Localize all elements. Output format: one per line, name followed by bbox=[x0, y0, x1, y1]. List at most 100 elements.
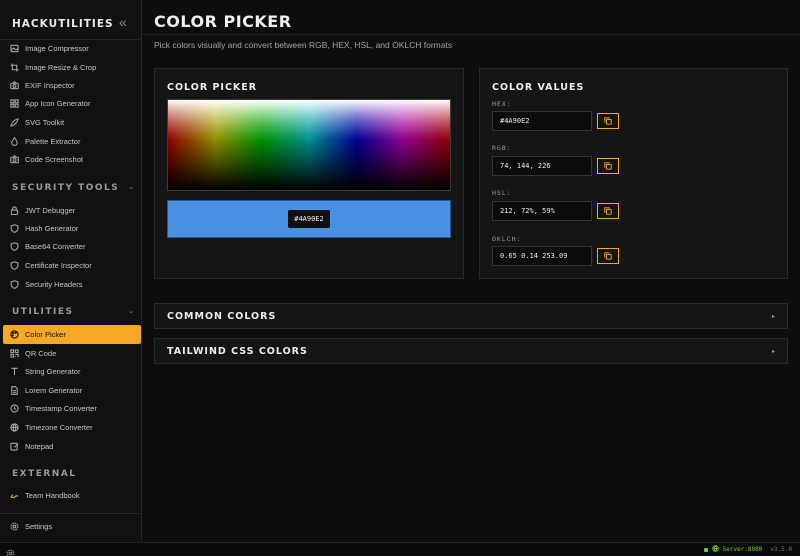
sidebar-item-certificate-inspector[interactable]: Certificate Inspector bbox=[3, 256, 141, 275]
copy-oklch-button[interactable] bbox=[597, 248, 619, 264]
sidebar-item-code-screenshot[interactable]: Code Screenshot bbox=[3, 150, 141, 169]
sidebar-item-label: SVG Toolkit bbox=[25, 118, 65, 127]
gear-icon bbox=[9, 522, 19, 532]
color-picker-panel: COLOR PICKER #4A90E2 bbox=[154, 68, 464, 279]
color-preview-hex: #4A90E2 bbox=[288, 210, 330, 228]
copy-hex-button[interactable] bbox=[597, 113, 619, 129]
hsl-label: HSL: bbox=[492, 189, 512, 197]
sidebar-item-label: Palette Extractor bbox=[25, 137, 81, 146]
sidebar-item-image-resize-crop[interactable]: Image Resize & Crop bbox=[3, 58, 141, 77]
app-version: v3.5.0 bbox=[770, 546, 792, 553]
page-title: COLOR PICKER bbox=[154, 12, 292, 31]
copy-icon bbox=[604, 207, 612, 215]
sidebar-item-label: Base64 Converter bbox=[25, 242, 86, 251]
sidebar-item-timezone-converter[interactable]: Timezone Converter bbox=[3, 418, 141, 437]
sidebar-item-qr-code[interactable]: QR Code bbox=[3, 344, 141, 363]
header-divider bbox=[142, 34, 800, 35]
copy-hsl-button[interactable] bbox=[597, 203, 619, 219]
chevron-right-icon: ▸ bbox=[771, 348, 775, 355]
sidebar-item-label: Timezone Converter bbox=[25, 423, 93, 432]
pen-icon bbox=[9, 118, 19, 128]
sidebar-divider bbox=[0, 513, 141, 514]
sidebar-item-label: Settings bbox=[25, 522, 53, 531]
sidebar-item-svg-toolkit[interactable]: SVG Toolkit bbox=[3, 113, 141, 132]
sidebar-section-external[interactable]: EXTERNAL bbox=[12, 469, 134, 479]
server-port: Server:8080 bbox=[722, 546, 763, 553]
sidebar-item-label: Timestamp Converter bbox=[25, 404, 97, 413]
sidebar-item-label: Color Picker bbox=[25, 330, 66, 339]
accordion-common-colors[interactable]: COMMON COLORS ▸ bbox=[154, 303, 788, 329]
accordion-tailwind-colors[interactable]: TAILWIND CSS COLORS ▸ bbox=[154, 338, 788, 364]
type-icon bbox=[9, 367, 19, 377]
sidebar-section-security[interactable]: SECURITY TOOLS ⌄ bbox=[12, 183, 134, 193]
sidebar-item-label: Image Resize & Crop bbox=[25, 63, 97, 72]
hsl-field[interactable]: 212, 72%, 59% bbox=[492, 201, 592, 221]
sidebar-item-label: Hash Generator bbox=[25, 224, 79, 233]
sidebar-item-label: JWT Debugger bbox=[25, 206, 76, 215]
sidebar-item-label: App Icon Generator bbox=[25, 99, 91, 108]
accordion-title: TAILWIND CSS COLORS bbox=[167, 345, 308, 357]
sidebar-item-label: Lorem Generator bbox=[25, 386, 83, 395]
sidebar-item-base64-converter[interactable]: Base64 Converter bbox=[3, 237, 141, 256]
sidebar-item-team-handbook[interactable]: Team Handbook bbox=[3, 486, 141, 505]
sidebar-item-settings[interactable]: Settings bbox=[3, 517, 141, 536]
sidebar-item-notepad[interactable]: Notepad bbox=[3, 437, 141, 456]
image-icon bbox=[9, 44, 19, 54]
globe-icon bbox=[9, 423, 19, 433]
color-values-panel: COLOR VALUES HEX: #4A90E2 RGB: 74, 144, … bbox=[479, 68, 788, 279]
shield-icon bbox=[9, 261, 19, 271]
sidebar-item-lorem-generator[interactable]: Lorem Generator bbox=[3, 381, 141, 400]
camera-icon bbox=[9, 81, 19, 91]
color-gradient-canvas[interactable] bbox=[167, 99, 451, 191]
sidebar-item-security-headers[interactable]: Security Headers bbox=[3, 275, 141, 294]
shield-icon bbox=[9, 280, 19, 290]
copy-rgb-button[interactable] bbox=[597, 158, 619, 174]
edit-icon bbox=[9, 442, 19, 452]
brand-logo: HACKUTILITIES bbox=[12, 18, 114, 30]
sidebar-item-image-compressor[interactable]: Image Compressor bbox=[3, 39, 141, 58]
sidebar-item-label: EXIF Inspector bbox=[25, 81, 75, 90]
sidebar-item-app-icon-generator[interactable]: App Icon Generator bbox=[3, 94, 141, 113]
droplet-icon bbox=[9, 137, 19, 147]
sidebar-item-label: Security Headers bbox=[25, 280, 83, 289]
chevron-right-icon: ▸ bbox=[771, 313, 775, 320]
sidebar-item-exif-inspector[interactable]: EXIF Inspector bbox=[3, 76, 141, 95]
rgb-field[interactable]: 74, 144, 226 bbox=[492, 156, 592, 176]
sidebar-item-label: Code Screenshot bbox=[25, 155, 83, 164]
palette-icon bbox=[9, 330, 19, 340]
copy-icon bbox=[604, 252, 612, 260]
status-dot-icon bbox=[703, 547, 708, 552]
sidebar-item-timestamp-converter[interactable]: Timestamp Converter bbox=[3, 399, 141, 418]
status-bar: Server:8080 v3.5.0 bbox=[0, 542, 800, 556]
camera-icon bbox=[9, 155, 19, 165]
sidebar-item-string-generator[interactable]: String Generator bbox=[3, 362, 141, 381]
globe-icon bbox=[711, 545, 719, 554]
chevron-down-icon: ⌄ bbox=[128, 183, 134, 191]
sidebar-item-jwt-debugger[interactable]: JWT Debugger bbox=[3, 201, 141, 220]
settings-gear-icon[interactable] bbox=[6, 545, 15, 556]
accordion-title: COMMON COLORS bbox=[167, 310, 277, 322]
chevrons-left-icon[interactable]: « bbox=[119, 14, 127, 30]
grid-icon bbox=[9, 99, 19, 109]
sidebar-item-label: Certificate Inspector bbox=[25, 261, 92, 270]
sidebar-item-color-picker[interactable]: Color Picker bbox=[3, 325, 141, 344]
copy-icon bbox=[604, 117, 612, 125]
sidebar-item-palette-extractor[interactable]: Palette Extractor bbox=[3, 132, 141, 151]
chevron-down-icon: ⌄ bbox=[128, 307, 134, 315]
panel-title: COLOR VALUES bbox=[492, 82, 585, 93]
sidebar: HACKUTILITIES « Image Compressor Image R… bbox=[0, 0, 142, 542]
lock-icon bbox=[9, 206, 19, 216]
sidebar-item-label: Team Handbook bbox=[25, 491, 80, 500]
hex-label: HEX: bbox=[492, 100, 512, 108]
sidebar-item-label: Notepad bbox=[25, 442, 54, 451]
hex-field[interactable]: #4A90E2 bbox=[492, 111, 592, 131]
crop-icon bbox=[9, 63, 19, 73]
sidebar-item-hash-generator[interactable]: Hash Generator bbox=[3, 219, 141, 238]
server-status: Server:8080 v3.5.0 bbox=[703, 545, 792, 554]
clock-icon bbox=[9, 404, 19, 414]
oklch-field[interactable]: 0.65 0.14 253.09 bbox=[492, 246, 592, 266]
sidebar-item-label: String Generator bbox=[25, 367, 81, 376]
sidebar-section-utilities[interactable]: UTILITIES ⌄ bbox=[12, 307, 134, 317]
sidebar-item-label: QR Code bbox=[25, 349, 57, 358]
sidebar-item-label: Image Compressor bbox=[25, 44, 89, 53]
